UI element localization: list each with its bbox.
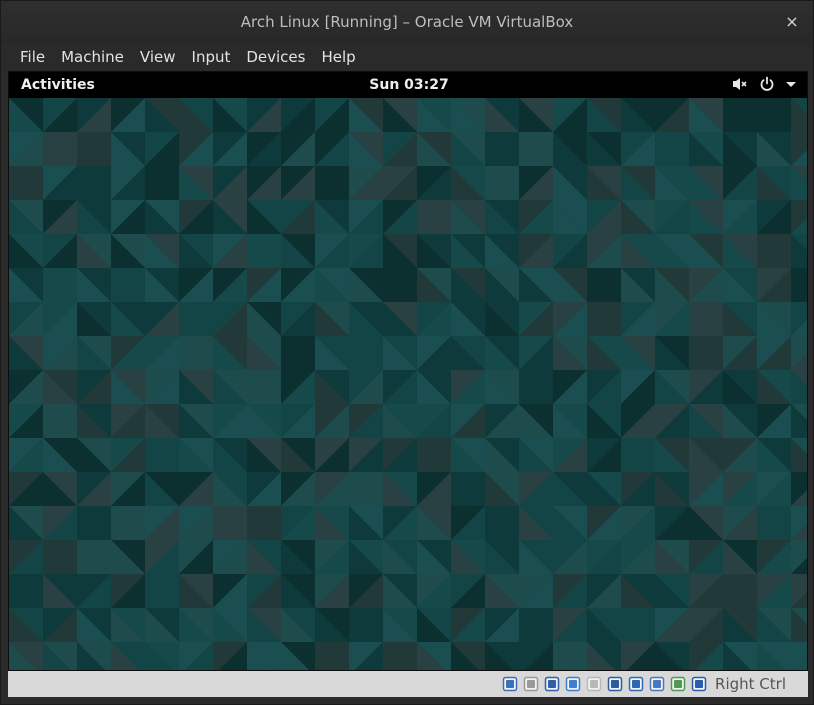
network-icon[interactable]	[544, 676, 560, 692]
mouse-integration-icon[interactable]	[670, 676, 686, 692]
titlebar[interactable]: Arch Linux [Running] – Oracle VM Virtual…	[1, 1, 813, 43]
shared-folders-icon[interactable]	[586, 676, 602, 692]
menu-file[interactable]: File	[12, 43, 53, 71]
menubar: File Machine View Input Devices Help	[1, 43, 813, 71]
status-bar: Right Ctrl	[8, 671, 808, 697]
system-status-menu[interactable]	[731, 76, 797, 92]
drag-drop-icon[interactable]	[649, 676, 665, 692]
menu-devices[interactable]: Devices	[238, 43, 313, 71]
menu-view[interactable]: View	[132, 43, 184, 71]
host-key-label: Right Ctrl	[715, 675, 786, 693]
volume-muted-icon	[731, 76, 749, 92]
power-icon	[759, 76, 775, 92]
close-button[interactable]: ×	[783, 13, 801, 31]
menu-input[interactable]: Input	[184, 43, 239, 71]
optical-drive-icon[interactable]	[523, 676, 539, 692]
guest-display[interactable]: Activities Sun 03:27	[8, 71, 808, 671]
gnome-top-bar: Activities Sun 03:27	[9, 72, 807, 98]
dropdown-arrow-icon	[785, 76, 797, 92]
usb-icon[interactable]	[565, 676, 581, 692]
hard-disk-icon[interactable]	[502, 676, 518, 692]
clock[interactable]: Sun 03:27	[9, 77, 807, 93]
menu-machine[interactable]: Machine	[53, 43, 132, 71]
virtualbox-window: Arch Linux [Running] – Oracle VM Virtual…	[0, 0, 814, 705]
video-capture-icon[interactable]	[628, 676, 644, 692]
window-title: Arch Linux [Running] – Oracle VM Virtual…	[240, 13, 574, 31]
keyboard-capture-icon[interactable]	[691, 676, 707, 692]
menu-help[interactable]: Help	[313, 43, 363, 71]
desktop-wallpaper	[9, 98, 807, 670]
display-icon[interactable]	[607, 676, 623, 692]
